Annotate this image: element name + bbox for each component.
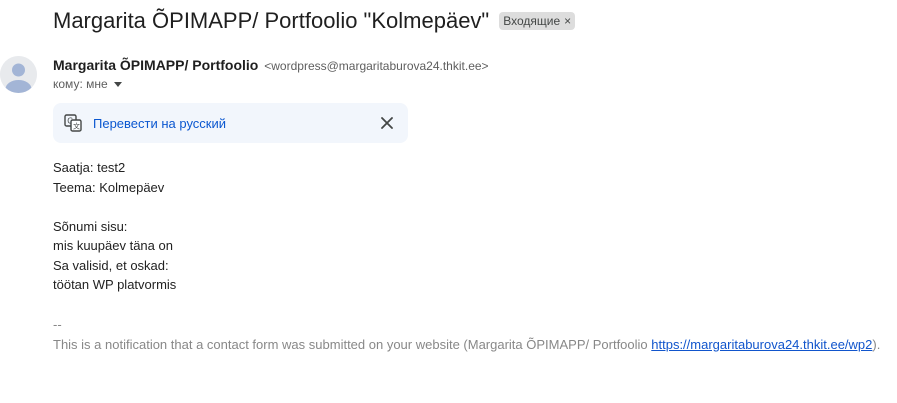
message-body: Saatja: test2 Teema: Kolmepäev Sõnumi si… bbox=[53, 158, 176, 295]
notification-text: This is a notification that a contact fo… bbox=[53, 335, 880, 355]
chevron-down-icon[interactable] bbox=[113, 81, 122, 87]
svg-text:文: 文 bbox=[73, 122, 80, 131]
sender-name[interactable]: Margarita ÕPIMAPP/ Portfoolio bbox=[53, 57, 258, 73]
sender-email: <wordpress@margaritaburova24.thkit.ee> bbox=[264, 59, 489, 73]
body-line: Teema: Kolmepäev bbox=[53, 179, 165, 195]
body-line: mis kuupäev täna on bbox=[53, 238, 173, 253]
body-line bbox=[53, 197, 176, 217]
translate-link[interactable]: Перевести на русский bbox=[93, 116, 226, 131]
body-line: Sa valisid, et oskad: bbox=[53, 257, 169, 273]
body-line: töötan WP platvormis bbox=[53, 277, 177, 292]
subject-row: Margarita ÕPIMAPP/ Portfoolio "Kolmepäev… bbox=[53, 6, 576, 36]
email-subject: Margarita ÕPIMAPP/ Portfoolio "Kolmepäev… bbox=[53, 8, 490, 33]
body-line: Saatja: test2 bbox=[53, 160, 126, 175]
inbox-label-text: Входящие bbox=[503, 14, 561, 28]
footer-end: ). bbox=[872, 336, 881, 352]
inbox-label-chip[interactable]: Входящие × bbox=[499, 12, 576, 30]
recipient-details-toggle[interactable]: кому: мне bbox=[53, 77, 122, 91]
signature-dash: -- bbox=[53, 317, 62, 332]
translate-bar: G 文 Перевести на русский bbox=[53, 103, 408, 143]
avatar-person-icon bbox=[0, 56, 37, 93]
message-footer: -- This is a notification that a contact… bbox=[53, 315, 880, 354]
sender-row: Margarita ÕPIMAPP/ Portfoolio <wordpress… bbox=[53, 56, 489, 75]
website-link[interactable]: https://margaritaburova24.thkit.ee/wp2 bbox=[651, 337, 872, 352]
footer-text: This is a notification that a contact fo… bbox=[53, 336, 652, 352]
body-line: Sõnumi sisu: bbox=[53, 218, 128, 234]
close-icon[interactable] bbox=[378, 114, 396, 132]
recipient-label: кому: мне bbox=[53, 77, 108, 91]
remove-label-icon[interactable]: × bbox=[564, 14, 571, 28]
sender-avatar[interactable] bbox=[0, 56, 37, 93]
translate-icon: G 文 bbox=[64, 114, 82, 132]
